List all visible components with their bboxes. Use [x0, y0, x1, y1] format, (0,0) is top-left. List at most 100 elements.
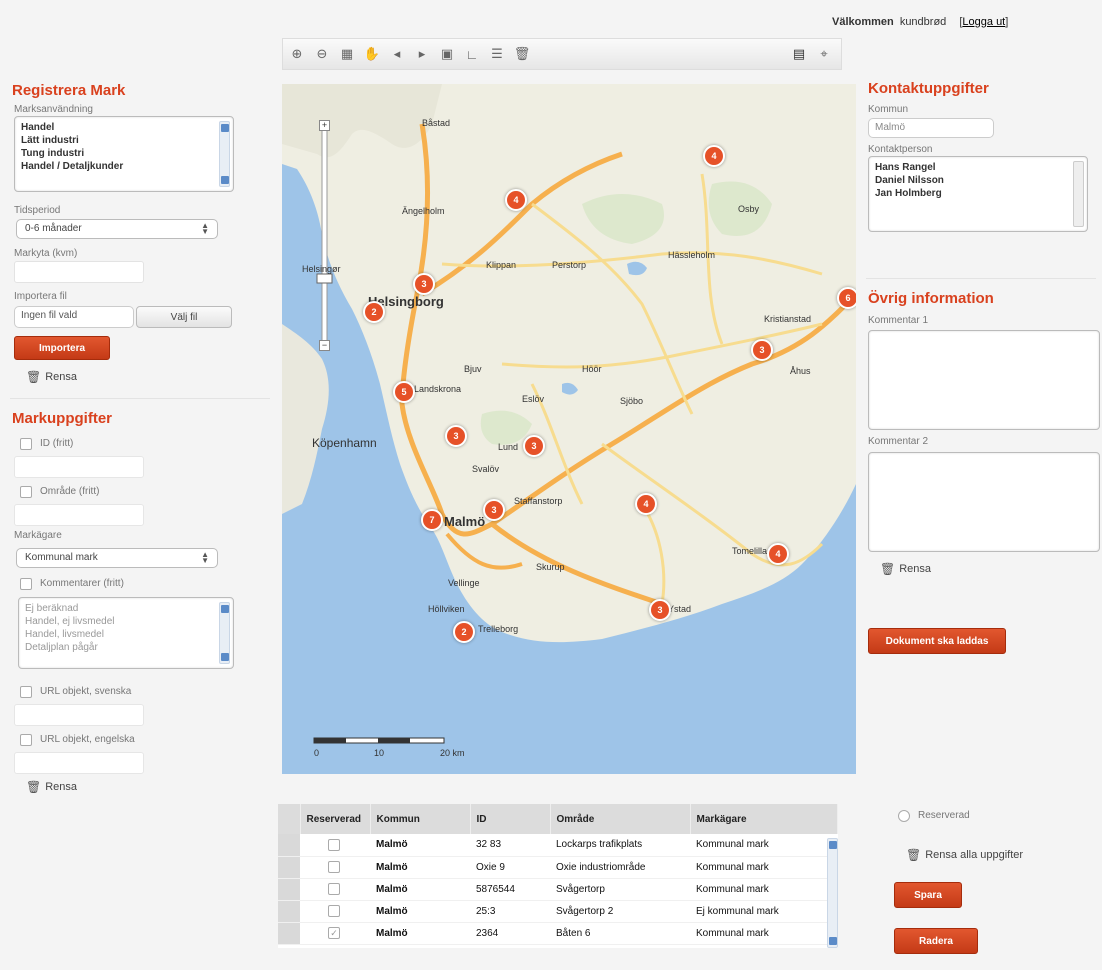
map-marker[interactable]: 3	[445, 425, 467, 447]
comments-listbox[interactable]: Ej beräknad Handel, ej livsmedel Handel,…	[18, 597, 234, 669]
url-en-input[interactable]	[14, 752, 144, 774]
contact-scrollbar[interactable]	[1073, 161, 1084, 227]
row-header-cell	[278, 804, 301, 834]
comment-option[interactable]: Handel, livsmedel	[25, 628, 227, 641]
id-input[interactable]	[14, 456, 144, 478]
place-label: Malmö	[444, 514, 486, 529]
pan-hand-icon[interactable]: ✋	[361, 43, 383, 65]
reset-register[interactable]: 🗑 Rensa	[26, 370, 77, 384]
category-listbox[interactable]: Handel Lätt industri Tung industri Hande…	[14, 116, 234, 192]
comment-option[interactable]: Ej beräknad	[25, 602, 227, 615]
reset-other[interactable]: 🗑 Rensa	[880, 562, 931, 576]
category-option[interactable]: Handel / Detaljkunder	[21, 160, 227, 173]
map-marker[interactable]: 3	[413, 273, 435, 295]
table-row[interactable]: Malmö 5876544 Svågertorp Kommunal mark	[278, 878, 838, 901]
col-header-kommun[interactable]: Kommun	[370, 804, 471, 834]
zoom-in-button[interactable]: +	[319, 120, 330, 131]
table-row[interactable]: Malmö 25:3 Svågertorp 2 Ej kommunal mark	[278, 900, 838, 923]
reset-details[interactable]: 🗑 Rensa	[26, 780, 77, 794]
url-sv-checkbox[interactable]	[20, 686, 32, 698]
category-option[interactable]: Tung industri	[21, 147, 227, 160]
legend-icon[interactable]: ☰	[486, 43, 508, 65]
map[interactable]: + − 0 10 20 km Båstad Ängelholm Helsingb…	[282, 84, 856, 774]
size-label: Markyta (kvm)	[14, 248, 78, 259]
table-row[interactable]: ✓ Malmö 2364 Båten 6 Kommunal mark	[278, 922, 838, 945]
map-marker[interactable]: 3	[649, 599, 671, 621]
zoom-extent-icon[interactable]: ▦	[336, 43, 358, 65]
next-extent-icon[interactable]: ▸	[411, 43, 433, 65]
reserved-filter-label: Reserverad	[918, 810, 970, 821]
map-marker[interactable]: 2	[453, 621, 475, 643]
submit-document-button[interactable]: Dokument ska laddas	[868, 628, 1006, 654]
previous-extent-icon[interactable]: ◂	[386, 43, 408, 65]
map-marker[interactable]: 6	[837, 287, 856, 309]
zoom-out-button[interactable]: −	[319, 340, 330, 351]
delete-icon[interactable]: 🗑	[511, 43, 533, 65]
municipality-input[interactable]: Malmö	[868, 118, 994, 138]
import-button[interactable]: Importera	[14, 336, 110, 360]
map-marker[interactable]: 4	[703, 145, 725, 167]
reserved-checkbox[interactable]	[328, 905, 340, 917]
table-row[interactable]: Malmö 32 83 Lockarps trafikplats Kommuna…	[278, 834, 838, 857]
logout-link[interactable]: Logga ut	[962, 16, 1005, 28]
contact-option[interactable]: Daniel Nilsson	[875, 174, 1081, 187]
reserved-checkbox[interactable]	[328, 838, 340, 851]
cell-id: 2364	[470, 922, 550, 945]
map-marker[interactable]: 3	[751, 339, 773, 361]
save-button[interactable]: Spara	[894, 882, 962, 908]
cell-id: 5876544	[470, 878, 550, 901]
place-label: Klippan	[486, 260, 517, 270]
map-marker[interactable]: 3	[523, 435, 545, 457]
table-scrollbar[interactable]	[827, 838, 838, 948]
contact-listbox[interactable]: Hans Rangel Daniel Nilsson Jan Holmberg	[868, 156, 1088, 232]
place-label: Eslöv	[522, 394, 545, 404]
url-sv-input[interactable]	[14, 704, 144, 726]
map-marker[interactable]: 4	[767, 543, 789, 565]
map-marker[interactable]: 3	[483, 499, 505, 521]
col-header-id[interactable]: ID	[470, 804, 551, 834]
comments-checkbox[interactable]	[20, 578, 32, 590]
area-checkbox[interactable]	[20, 486, 32, 498]
comment2-textarea[interactable]	[868, 452, 1100, 552]
period-select[interactable]: 0-6 månader ▲ ▼	[16, 219, 218, 239]
reserved-checkbox[interactable]	[328, 861, 340, 873]
map-marker[interactable]: 5	[393, 381, 415, 403]
comment1-textarea[interactable]	[868, 330, 1100, 430]
col-header-owner[interactable]: Markägare	[690, 804, 838, 834]
reserved-filter-checkbox[interactable]	[898, 810, 910, 822]
cell-owner: Kommunal mark	[690, 856, 838, 879]
category-option[interactable]: Handel	[21, 121, 227, 134]
zoom-in-icon[interactable]: ⊕	[286, 43, 308, 65]
cell-area: Lockarps trafikplats	[550, 834, 690, 857]
table-row[interactable]: Malmö Oxie 9 Oxie industriområde Kommuna…	[278, 856, 838, 879]
map-marker[interactable]: 4	[635, 493, 657, 515]
browse-button[interactable]: Välj fil	[136, 306, 232, 328]
size-input[interactable]	[14, 261, 144, 283]
contact-option[interactable]: Jan Holmberg	[875, 187, 1081, 200]
owner-select[interactable]: Kommunal mark ▲ ▼	[16, 548, 218, 568]
file-input[interactable]: Ingen fil vald	[14, 306, 134, 328]
reserved-checkbox[interactable]	[328, 883, 340, 895]
comment-option[interactable]: Detaljplan pågår	[25, 641, 227, 654]
area-input[interactable]	[14, 504, 144, 526]
category-option[interactable]: Lätt industri	[21, 134, 227, 147]
identify-icon[interactable]: ▣	[436, 43, 458, 65]
reset-all[interactable]: 🗑 Rensa alla uppgifter	[906, 848, 1023, 862]
comments-scrollbar[interactable]	[219, 602, 230, 664]
map-marker[interactable]: 2	[363, 301, 385, 323]
delete-button[interactable]: Radera	[894, 928, 978, 954]
col-header-reserved[interactable]: Reserverad	[300, 804, 371, 834]
zoom-out-icon[interactable]: ⊖	[311, 43, 333, 65]
map-marker[interactable]: 7	[421, 509, 443, 531]
url-en-checkbox[interactable]	[20, 734, 32, 746]
map-marker[interactable]: 4	[505, 189, 527, 211]
comment-option[interactable]: Handel, ej livsmedel	[25, 615, 227, 628]
measure-icon[interactable]: ∟	[461, 43, 483, 65]
print-icon[interactable]: ▤	[788, 43, 810, 65]
category-scrollbar[interactable]	[219, 121, 230, 187]
pin-icon[interactable]: ⌖	[813, 43, 835, 65]
contact-option[interactable]: Hans Rangel	[875, 161, 1081, 174]
id-checkbox[interactable]	[20, 438, 32, 450]
col-header-area[interactable]: Område	[550, 804, 691, 834]
reserved-checkbox[interactable]: ✓	[328, 927, 340, 939]
